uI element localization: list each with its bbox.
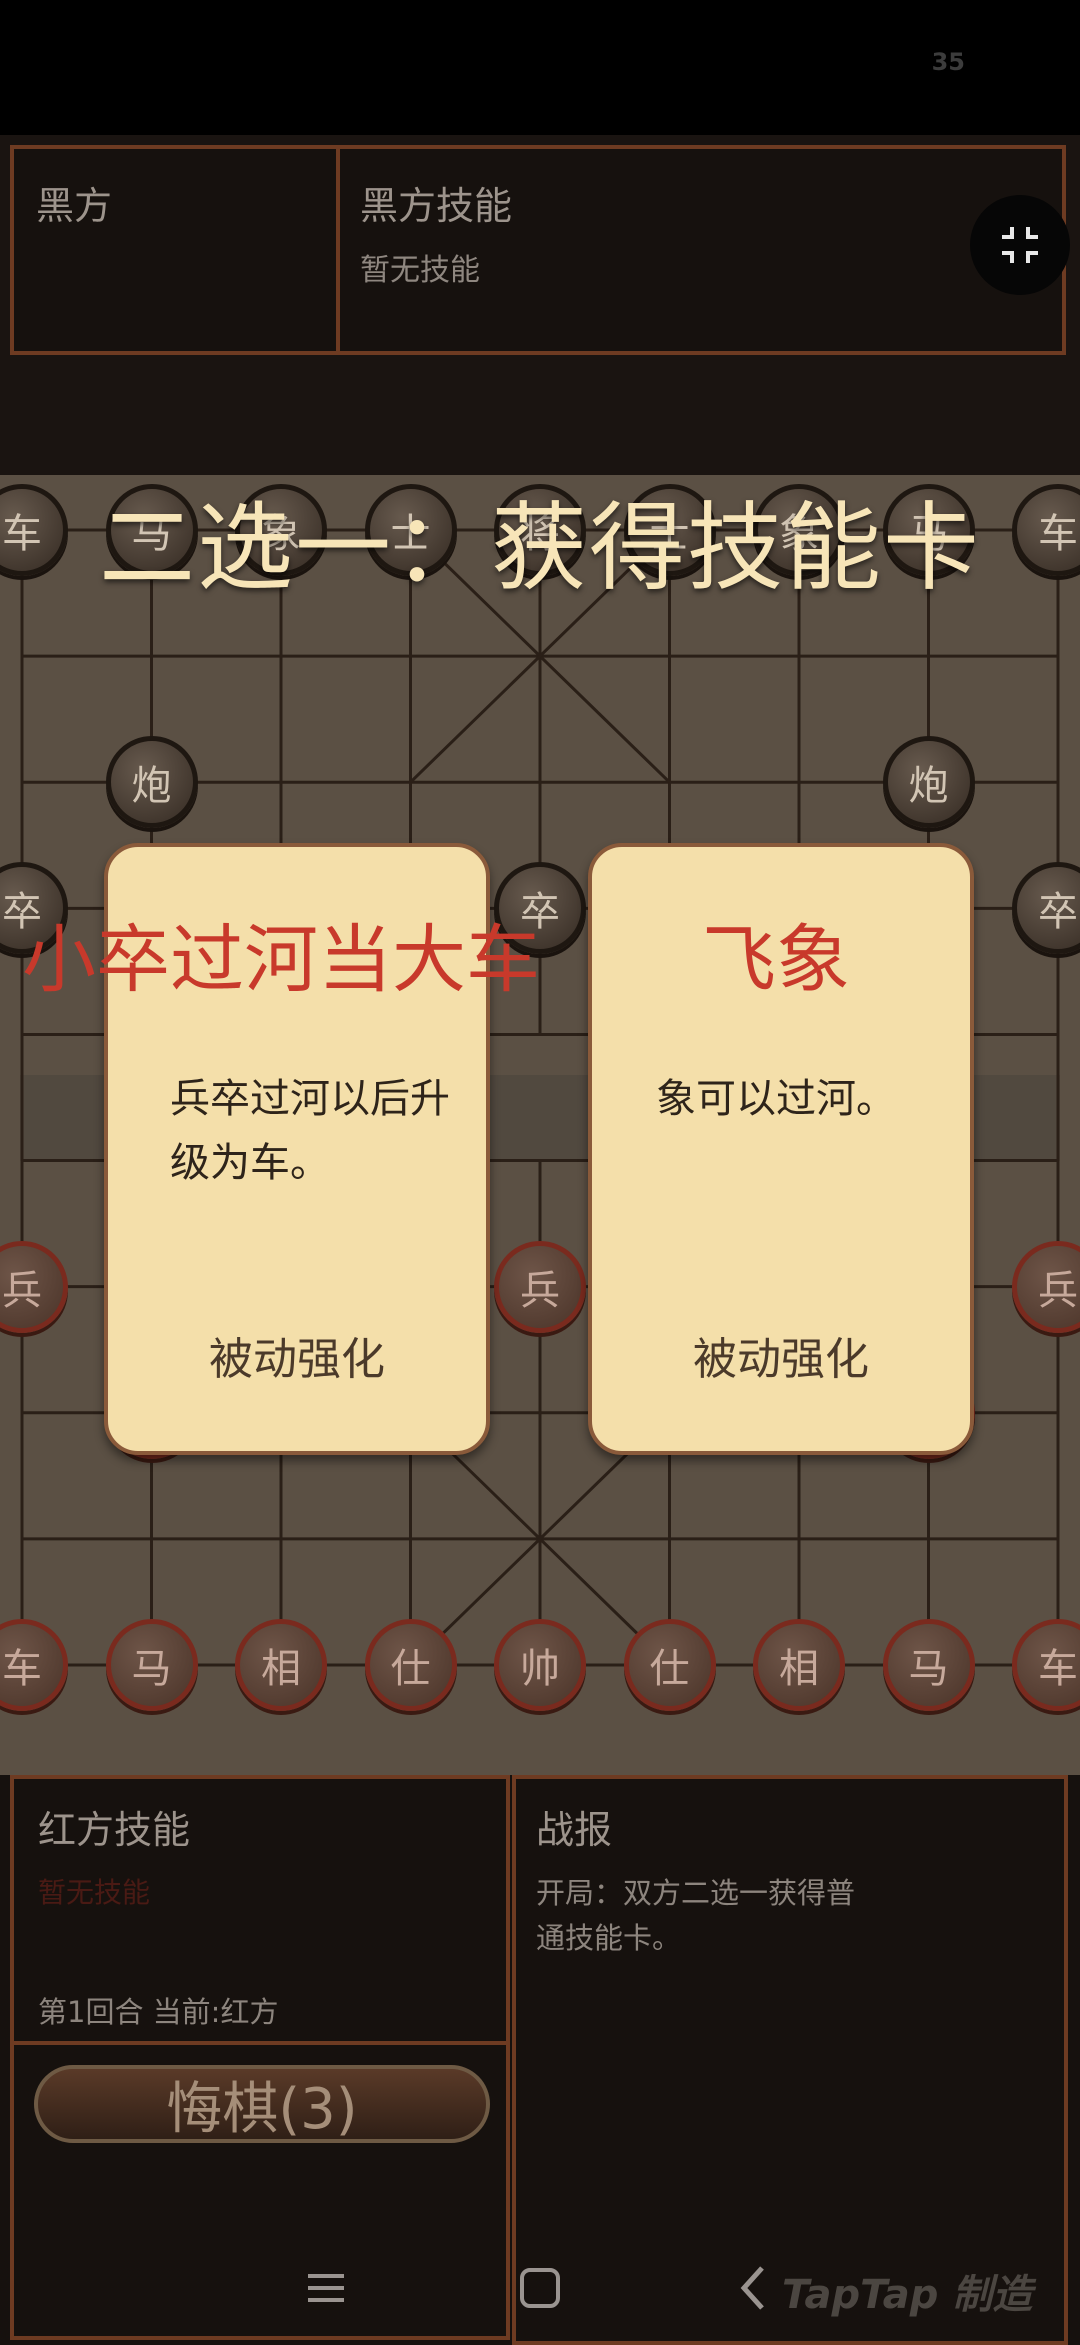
black-info-panel: 黑方 黑方技能 暂无技能 [10, 145, 1066, 355]
top-area: 黑方 黑方技能 暂无技能 [0, 135, 1080, 475]
black-side-label: 黑方 [36, 184, 113, 228]
red-piece[interactable]: 马 [882, 1619, 975, 1711]
panel-divider [336, 149, 340, 351]
undo-button[interactable]: 悔棋(3) [34, 2065, 490, 2143]
red-piece[interactable]: 仕 [623, 1619, 716, 1711]
black-piece[interactable]: 炮 [882, 736, 975, 829]
status-number: 35 [931, 48, 965, 76]
card-description: 兵卒过河以后升级为车。 [170, 1076, 450, 1186]
choose-title: 二选一：获得技能卡 [99, 492, 981, 604]
collapse-icon [1002, 227, 1038, 263]
report-title: 战报 [536, 1808, 613, 1852]
report-text: 开局：双方二选一获得普通技能卡。 [536, 1876, 856, 1955]
card-name: 飞象 [702, 917, 850, 1003]
card-tag: 被动强化 [693, 1334, 869, 1385]
red-piece[interactable]: 相 [235, 1619, 327, 1711]
black-skill-value: 暂无技能 [360, 253, 480, 288]
red-piece[interactable]: 帅 [494, 1619, 586, 1711]
red-skill-panel: 红方技能 暂无技能 第1回合 当前:红方 [10, 1775, 510, 2045]
exit-fullscreen-button[interactable] [970, 195, 1070, 295]
card-description: 象可以过河。 [656, 1076, 896, 1122]
taptap-watermark: TapTap 制造 [782, 2272, 1033, 2318]
turn-info: 第1回合 当前:红方 [38, 1995, 279, 2029]
red-piece[interactable]: 兵 [494, 1240, 586, 1333]
card-tag: 被动强化 [209, 1334, 385, 1385]
home-icon[interactable] [518, 2266, 562, 2314]
menu-icon[interactable] [306, 2268, 346, 2312]
back-icon[interactable] [736, 2264, 768, 2316]
red-skill-title: 红方技能 [38, 1808, 191, 1852]
red-skill-value: 暂无技能 [38, 1876, 151, 1909]
red-piece[interactable]: 仕 [364, 1619, 457, 1711]
red-piece[interactable]: 马 [105, 1619, 198, 1711]
black-skill-title: 黑方技能 [360, 184, 513, 228]
card-name: 小卒过河当大车 [22, 917, 540, 1003]
status-bar: 35 [0, 0, 1080, 135]
black-piece[interactable]: 炮 [105, 736, 198, 829]
red-piece[interactable]: 相 [753, 1619, 845, 1711]
